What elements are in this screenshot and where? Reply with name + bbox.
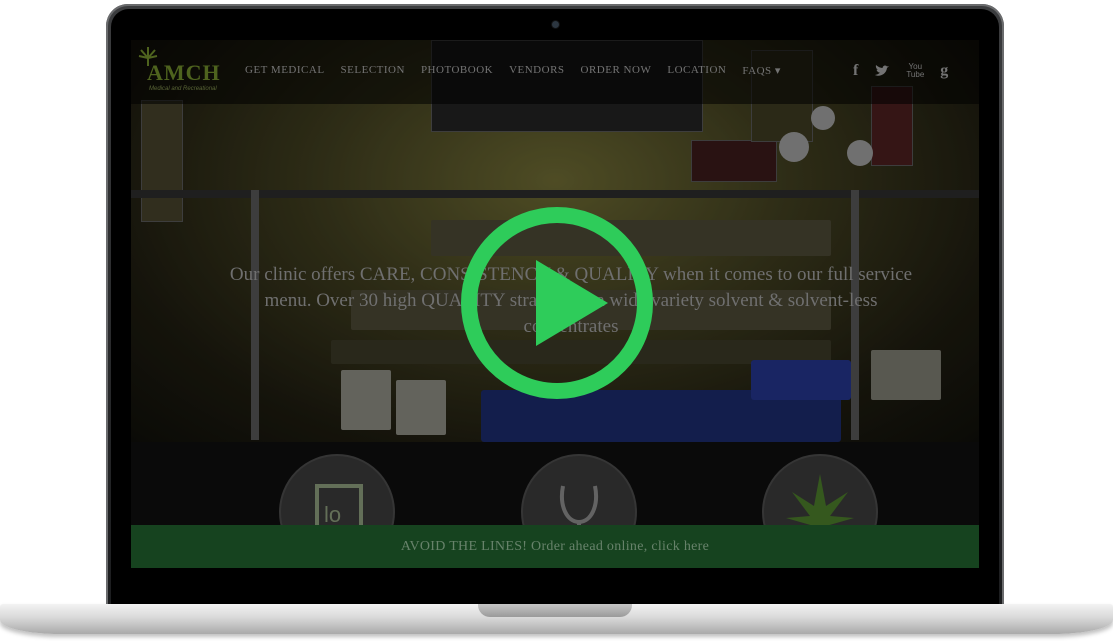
- svg-text:lo: lo: [324, 502, 341, 527]
- nav-vendors[interactable]: VENDORS: [509, 64, 564, 77]
- main-nav: GET MEDICAL SELECTION PHOTOBOOK VENDORS …: [245, 64, 797, 77]
- nav-faqs[interactable]: FAQS ▾: [742, 64, 781, 77]
- nav-location[interactable]: LOCATION: [667, 64, 726, 77]
- nav-photobook[interactable]: PHOTOBOOK: [421, 64, 493, 77]
- youtube-text-bottom: Tube: [906, 70, 925, 79]
- google-icon[interactable]: g: [940, 62, 948, 80]
- logo-text: AMCH: [147, 60, 221, 85]
- nav-order-now[interactable]: ORDER NOW: [581, 64, 652, 77]
- nav-selection[interactable]: SELECTION: [341, 64, 405, 77]
- site-logo[interactable]: AMCH Medical and Recreational: [137, 46, 235, 98]
- youtube-icon[interactable]: You Tube: [906, 63, 924, 79]
- twitter-icon[interactable]: [874, 64, 890, 78]
- play-icon[interactable]: [458, 204, 656, 402]
- nav-get-medical[interactable]: GET MEDICAL: [245, 64, 325, 77]
- logo-subtitle: Medical and Recreational: [149, 86, 217, 92]
- social-links: f You Tube g: [853, 62, 948, 80]
- webcam: [552, 21, 559, 28]
- order-ahead-banner[interactable]: AVOID THE LINES! Order ahead online, cli…: [131, 525, 979, 568]
- facebook-icon[interactable]: f: [853, 62, 858, 80]
- laptop-notch: [478, 604, 632, 617]
- site-navbar: AMCH Medical and Recreational GET MEDICA…: [131, 40, 979, 104]
